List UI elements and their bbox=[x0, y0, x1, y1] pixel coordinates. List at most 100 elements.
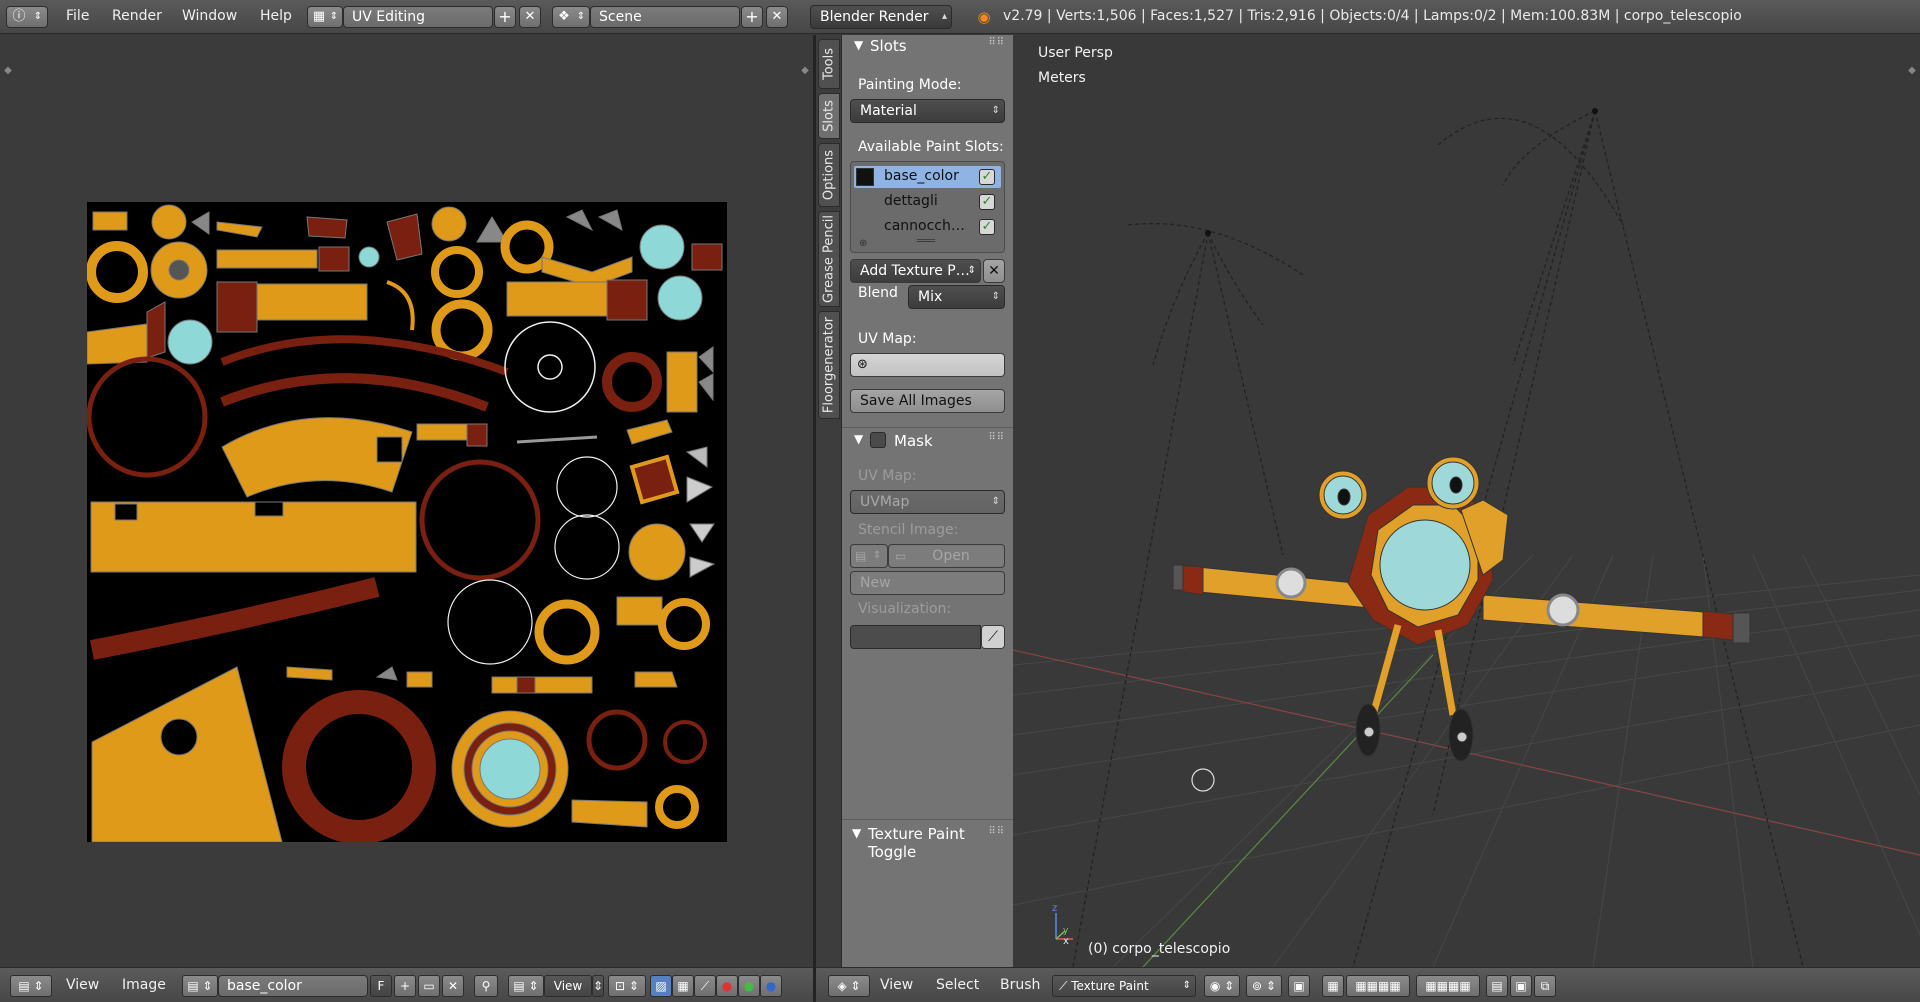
slot-checkbox[interactable]: ✓ bbox=[979, 194, 995, 210]
display-texture-button[interactable]: ▦ bbox=[672, 975, 694, 997]
fake-user-toggle[interactable]: F bbox=[370, 975, 392, 997]
display-paint-button[interactable]: ⟋ bbox=[694, 975, 716, 997]
panel-title: Slots bbox=[870, 37, 907, 55]
view-mode-value: View bbox=[553, 979, 583, 993]
remove-scene-button[interactable]: ✕ bbox=[766, 6, 788, 28]
blend-label: Blend bbox=[858, 285, 898, 301]
remove-slot-button[interactable]: ✕ bbox=[983, 259, 1005, 283]
unlink-image-button[interactable]: ✕ bbox=[442, 975, 464, 997]
browse-image-button[interactable]: ▤ ⇕ bbox=[182, 975, 218, 997]
image-editor-icon: ▤ ⇕ bbox=[18, 979, 44, 993]
render-engine-value: Blender Render bbox=[820, 9, 929, 25]
painting-mode-dropdown[interactable]: Material ⇕ bbox=[850, 99, 1005, 123]
uv-map-field[interactable]: ⊛ bbox=[850, 353, 1005, 377]
menu-help[interactable]: Help bbox=[260, 8, 292, 24]
slot-checkbox[interactable]: ✓ bbox=[979, 219, 995, 235]
list-resize-grip-icon[interactable]: ═══ bbox=[917, 236, 935, 247]
drag-grip-icon[interactable]: ⠿⠿ bbox=[988, 826, 1005, 837]
tab-options[interactable]: Options bbox=[818, 143, 840, 207]
channel-red-button[interactable]: ● bbox=[716, 975, 738, 997]
layer-row-1[interactable]: ▦ bbox=[1322, 975, 1344, 997]
screen-layout-field[interactable]: UV Editing bbox=[343, 6, 493, 28]
lock-layers-button[interactable]: ▤ bbox=[1486, 975, 1508, 997]
updown-arrows-icon[interactable]: ⇕ bbox=[592, 975, 604, 997]
viewport-header: ◈ ⇕ View Select Brush ⟋ Texture Paint ⇕ … bbox=[816, 967, 1920, 1002]
scene-field[interactable]: Scene bbox=[590, 6, 740, 28]
stencil-new-button[interactable]: New bbox=[850, 571, 1005, 595]
menu-brush[interactable]: Brush bbox=[1000, 977, 1040, 993]
editor-type-button[interactable]: ▤ ⇕ bbox=[10, 975, 52, 997]
area-split-handle[interactable]: ◆ bbox=[799, 65, 811, 77]
mask-checkbox[interactable] bbox=[870, 432, 886, 448]
draw-mode-button[interactable]: ▤ ⇕ bbox=[508, 975, 544, 997]
channel-green-button[interactable]: ● bbox=[738, 975, 760, 997]
drag-grip-icon[interactable]: ⠿⠿ bbox=[988, 432, 1005, 443]
scene-layers-2[interactable]: ▦▦▦▦ bbox=[1416, 975, 1480, 997]
add-scene-button[interactable]: + bbox=[741, 6, 763, 28]
editor-type-info-button[interactable]: ⓘ ⇕ bbox=[6, 6, 48, 28]
tab-slots[interactable]: Slots bbox=[818, 93, 840, 139]
slot-checkbox[interactable]: ✓ bbox=[979, 169, 995, 185]
tab-grease-pencil[interactable]: Grease Pencil bbox=[818, 211, 840, 307]
save-all-images-button[interactable]: Save All Images bbox=[850, 389, 1005, 413]
pin-image-button[interactable]: ⚲ bbox=[474, 975, 498, 997]
tab-label: Options bbox=[821, 149, 837, 201]
face-mask-button[interactable]: ▣ bbox=[1288, 975, 1310, 997]
menu-window[interactable]: Window bbox=[182, 8, 237, 24]
open-image-button[interactable]: ▭ bbox=[418, 975, 440, 997]
add-texture-paint-slot-dropdown[interactable]: Add Texture P… ⇕ bbox=[850, 259, 981, 283]
view-mode-dropdown[interactable]: View bbox=[544, 975, 592, 997]
updown-arrows-icon: ⇕ bbox=[576, 11, 586, 22]
screen-layout-icon-button[interactable]: ▦ ⇕ bbox=[307, 6, 343, 28]
menu-file[interactable]: File bbox=[66, 8, 89, 24]
slot-item-base-color[interactable]: base_color ✓ bbox=[854, 166, 1001, 188]
uv-image-editor[interactable]: ◆ ◆ bbox=[0, 35, 813, 967]
3d-viewport[interactable]: User Persp Meters ◆ z x y (0) corpo_tele… bbox=[1013, 35, 1920, 967]
new-image-button[interactable]: + bbox=[394, 975, 416, 997]
mask-uv-map-dropdown[interactable]: UVMap ⇕ bbox=[850, 490, 1005, 514]
editor-type-button[interactable]: ◈ ⇕ bbox=[828, 975, 870, 997]
slots-panel-header[interactable]: ▼ Slots ⠿⠿ bbox=[842, 35, 1013, 59]
stencil-open-button[interactable]: ▭ Open bbox=[888, 544, 1005, 568]
list-filter-icon[interactable]: ⊕ bbox=[859, 238, 867, 249]
tab-floorgenerator[interactable]: Floorgenerator bbox=[818, 311, 840, 419]
scene-icon: ❖ bbox=[558, 9, 570, 24]
pivot-point-button[interactable]: ⊚ ⇕ bbox=[1246, 975, 1282, 997]
menu-select[interactable]: Select bbox=[936, 977, 979, 993]
eyedropper-icon: ⟋ bbox=[988, 629, 998, 645]
tab-tools[interactable]: Tools bbox=[818, 39, 840, 89]
updown-arrows-icon: ⇕ bbox=[991, 496, 1000, 507]
mask-panel-header[interactable]: ▼ Mask ⠿⠿ bbox=[842, 427, 1013, 451]
pivot-button[interactable]: ⊡ ⇕ bbox=[608, 975, 646, 997]
blend-dropdown[interactable]: Mix ⇕ bbox=[908, 285, 1005, 309]
scene-icon-button[interactable]: ❖ ⇕ bbox=[552, 6, 590, 28]
slot-item-dettagli[interactable]: dettagli ✓ bbox=[854, 191, 1001, 213]
menu-view[interactable]: View bbox=[66, 977, 99, 993]
button-label: Save All Images bbox=[860, 393, 972, 409]
menu-render[interactable]: Render bbox=[112, 8, 162, 24]
painting-mode-label: Painting Mode: bbox=[858, 77, 962, 93]
scene-layers-1[interactable]: ▦▦▦▦ bbox=[1346, 975, 1410, 997]
channel-blue-button[interactable]: ● bbox=[760, 975, 782, 997]
shading-button[interactable]: ◉ ⇕ bbox=[1204, 975, 1240, 997]
stencil-image-browse[interactable]: ▤ ⇕ bbox=[850, 544, 888, 568]
texture-paint-toggle-header[interactable]: ▼ Texture Paint Toggle ⠿⠿ bbox=[842, 819, 1013, 861]
menu-image[interactable]: Image bbox=[122, 977, 166, 993]
eyedropper-button[interactable]: ⟋ bbox=[981, 625, 1005, 649]
area-split-handle[interactable]: ◆ bbox=[2, 65, 14, 77]
visualization-color-swatch[interactable] bbox=[850, 625, 981, 649]
add-layout-button[interactable]: + bbox=[494, 6, 516, 28]
image-name-field[interactable]: base_color bbox=[218, 975, 368, 997]
remove-layout-button[interactable]: ✕ bbox=[519, 6, 541, 28]
opengl-render-button[interactable]: ⧉ bbox=[1534, 975, 1556, 997]
slot-item-cannocchiale[interactable]: cannocch… ✓ bbox=[854, 216, 1001, 238]
slot-name: cannocch… bbox=[884, 218, 964, 234]
render-preview-button[interactable]: ▣ bbox=[1510, 975, 1532, 997]
uv-map-label: UV Map: bbox=[858, 331, 917, 347]
display-uv-button[interactable]: ▨ bbox=[650, 975, 672, 997]
paint-slot-list[interactable]: base_color ✓ dettagli ✓ cannocch… ✓ ⊕ ══… bbox=[850, 161, 1005, 253]
mode-dropdown[interactable]: ⟋ Texture Paint ⇕ bbox=[1052, 975, 1196, 997]
menu-view[interactable]: View bbox=[880, 977, 913, 993]
render-engine-dropdown[interactable]: Blender Render ▴ bbox=[810, 5, 952, 29]
drag-grip-icon[interactable]: ⠿⠿ bbox=[988, 37, 1005, 48]
